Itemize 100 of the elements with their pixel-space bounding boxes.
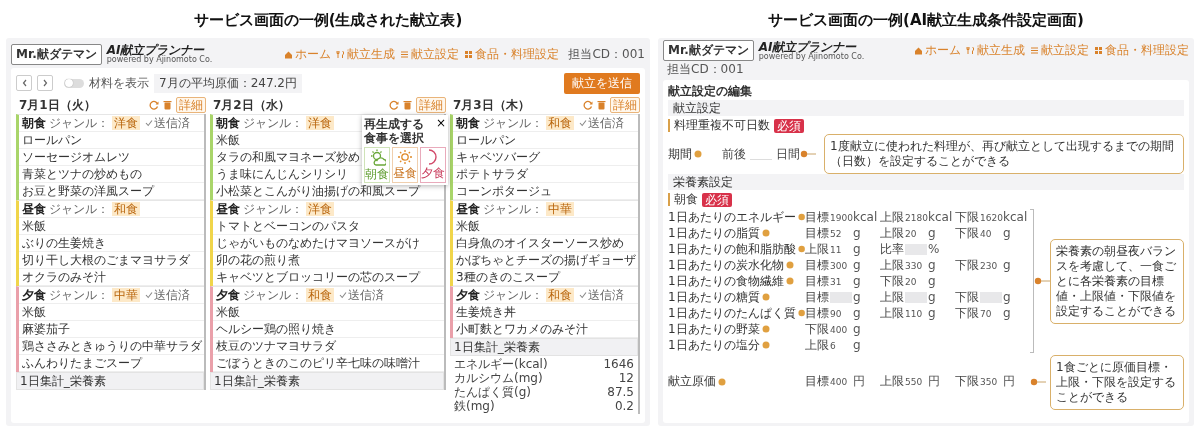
unit-label: %: [928, 242, 940, 256]
dish-name[interactable]: トマトとベーコンのパスタ: [213, 218, 444, 235]
refresh-icon[interactable]: [583, 100, 593, 110]
field-label: 上限: [880, 224, 904, 242]
genre-tag: 洋食: [112, 116, 140, 130]
dish-name[interactable]: ロールパン: [453, 132, 638, 149]
refresh-icon[interactable]: [389, 100, 399, 110]
unit-label: kcal: [928, 210, 953, 224]
dish-name[interactable]: 米飯: [453, 218, 638, 235]
dish-name[interactable]: 枝豆のツナマヨサラダ: [213, 338, 444, 355]
next-button[interactable]: [37, 75, 53, 91]
leader-line: [800, 150, 816, 158]
number-field[interactable]: 2180: [905, 211, 927, 223]
dish-name[interactable]: 3種のきのこスープ: [453, 269, 638, 286]
refresh-icon[interactable]: [149, 100, 159, 110]
fork-knife-icon: [336, 49, 346, 59]
nutrient-summary-row[interactable]: 1日集計_栄養素: [210, 372, 444, 390]
number-field[interactable]: 330: [905, 259, 927, 271]
meal-option-button[interactable]: 昼食: [392, 147, 418, 183]
dish-name[interactable]: 麻婆茄子: [19, 321, 204, 338]
trash-icon[interactable]: [403, 100, 412, 110]
field-label: 目標: [805, 272, 829, 290]
logo: Mr.献ダテマン: [663, 40, 754, 61]
number-field[interactable]: 1620: [980, 211, 1002, 223]
meal-name: 昼食: [22, 201, 46, 217]
dish-name[interactable]: かぼちゃとチーズの揚げギョーザ: [453, 252, 638, 269]
dish-name[interactable]: キャベツバーグ: [453, 149, 638, 166]
nutrient-label: エネルギー(kcal): [454, 357, 549, 371]
dish-name[interactable]: 切り干し大根のごまマヨサラダ: [19, 252, 204, 269]
toggle-switch[interactable]: [64, 78, 84, 88]
info-icon: [797, 213, 805, 221]
number-field[interactable]: 20: [905, 227, 927, 239]
dish-name[interactable]: 白身魚のオイスターソース炒め: [453, 235, 638, 252]
genre-label: ジャンル：: [483, 115, 543, 131]
sent-status: 送信済: [145, 115, 190, 131]
dish-name[interactable]: キャベツとブロッコリーの芯のスープ: [213, 269, 444, 286]
trash-icon[interactable]: [597, 100, 606, 110]
number-field[interactable]: 52: [830, 227, 852, 239]
field-label: 1日あたりの野菜: [668, 320, 760, 338]
check-icon: [579, 291, 587, 299]
dish-name[interactable]: お豆と野菜の洋風スープ: [19, 183, 204, 200]
number-field[interactable]: 350: [980, 376, 1002, 387]
dish-name[interactable]: 生姜焼き丼: [453, 304, 638, 321]
dish-name[interactable]: ヘルシー鶏の照り焼き: [213, 321, 444, 338]
number-field[interactable]: 400: [830, 323, 852, 335]
close-button[interactable]: ×: [435, 117, 446, 130]
previous-button[interactable]: [16, 75, 32, 91]
meal-option-button[interactable]: 朝食: [364, 147, 390, 183]
number-field[interactable]: 11: [830, 243, 852, 255]
number-field[interactable]: 90: [830, 307, 852, 319]
number-field[interactable]: 400: [830, 376, 852, 387]
dish-name[interactable]: ぶりの生姜焼き: [19, 235, 204, 252]
powered-by-text: powered by Ajinomoto Co.: [758, 52, 865, 61]
dish-name[interactable]: ソーセージオムレツ: [19, 149, 204, 166]
number-field[interactable]: 70: [980, 307, 1002, 319]
fork-knife-icon: [966, 46, 975, 55]
dish-name[interactable]: オクラのみそ汁: [19, 269, 204, 286]
number-field[interactable]: 110: [905, 307, 927, 319]
number-field[interactable]: 1900: [830, 211, 852, 223]
nutrient-summary-row[interactable]: 1日集計_栄養素: [16, 372, 204, 390]
unit-label: g: [853, 274, 861, 288]
field-label: 上限: [880, 208, 904, 226]
unit-label: g: [1003, 306, 1011, 320]
dish-name[interactable]: じゃがいものなめたけマヨソースがけ: [213, 235, 444, 252]
dish-name[interactable]: ポテトサラダ: [453, 166, 638, 183]
dish-name[interactable]: 卯の花の煎り煮: [213, 252, 444, 269]
dish-name[interactable]: 青菜とツナの炒めもの: [19, 166, 204, 183]
number-field[interactable]: 300: [830, 259, 852, 271]
unit-label: g: [928, 274, 936, 288]
dish-name[interactable]: 鶏ささみときゅうりの中華サラダ: [19, 338, 204, 355]
unit-label: g: [928, 226, 936, 240]
day-date: 7月3日（木）: [452, 96, 530, 114]
trash-icon[interactable]: [163, 100, 172, 110]
number-field[interactable]: 31: [830, 275, 852, 287]
field-label: 上限: [805, 240, 829, 258]
group-title: 料理重複不可日数: [668, 119, 770, 132]
number-field[interactable]: 40: [980, 227, 1002, 239]
genre-label: ジャンル：: [243, 287, 303, 303]
dish-name[interactable]: ロールパン: [19, 132, 204, 149]
unit-label: g: [853, 226, 861, 240]
number-field[interactable]: 6: [830, 339, 852, 351]
unit-label: 円: [1003, 373, 1015, 390]
field-unit: 日間: [776, 145, 800, 163]
number-field[interactable]: 550: [905, 376, 927, 387]
sent-status: 送信済: [579, 287, 624, 303]
dish-name[interactable]: 米飯: [19, 304, 204, 321]
dish-name[interactable]: 米飯: [213, 304, 444, 321]
unit-label: g: [1003, 226, 1011, 240]
leader-line: [1034, 277, 1050, 285]
number-field[interactable]: 20: [905, 275, 927, 287]
dish-name[interactable]: コーンポタージュ: [453, 183, 638, 200]
number-field[interactable]: 230: [980, 259, 1002, 271]
dish-name[interactable]: 米飯: [19, 218, 204, 235]
unit-label: g: [1003, 258, 1011, 272]
meal-option-button[interactable]: 夕食: [420, 147, 446, 183]
grid-icon: [1094, 46, 1103, 55]
nutrient-summary-row[interactable]: 1日集計_栄養素: [450, 338, 638, 356]
field-label: 目標: [805, 304, 829, 322]
cloud-sun-icon: [368, 148, 386, 166]
field-label: 下限: [955, 304, 979, 322]
